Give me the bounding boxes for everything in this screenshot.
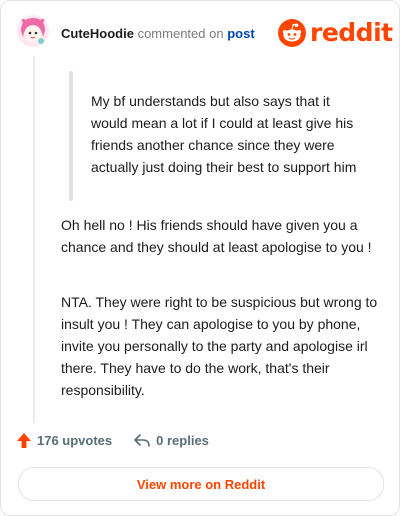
view-more-button[interactable]: View more on Reddit — [18, 467, 384, 501]
comment-card: CuteHoodie commented on post reddit My b… — [0, 0, 400, 516]
comment-header: CuteHoodie commented on post — [61, 26, 255, 42]
post-link[interactable]: post — [227, 26, 254, 41]
upvote-button[interactable]: 176 upvotes — [17, 433, 112, 448]
reddit-logo[interactable]: reddit — [278, 18, 393, 48]
reply-arrow-icon — [134, 433, 150, 447]
upvote-count: 176 upvotes — [37, 433, 113, 448]
comment-paragraph: Oh hell no ! His friends should have giv… — [61, 217, 372, 255]
reddit-snoo-icon — [278, 19, 306, 47]
thread-line — [33, 56, 35, 423]
quoted-text: My bf understands but also says that it … — [91, 93, 357, 175]
username[interactable]: CuteHoodie — [61, 26, 134, 41]
reply-count: 0 replies — [156, 433, 209, 448]
reddit-wordmark: reddit — [310, 18, 393, 47]
upvote-arrow-icon — [17, 433, 31, 448]
quote-bar — [69, 71, 73, 201]
view-more-label: View more on Reddit — [136, 476, 266, 492]
avatar[interactable] — [17, 15, 49, 47]
commented-on-label: commented on — [137, 26, 224, 41]
avatar-icon — [17, 15, 49, 47]
comment-actions: 176 upvotes 0 replies — [17, 433, 209, 448]
reply-button[interactable]: 0 replies — [134, 433, 209, 448]
comment-paragraph: NTA. They were right to be suspicious bu… — [61, 294, 378, 398]
